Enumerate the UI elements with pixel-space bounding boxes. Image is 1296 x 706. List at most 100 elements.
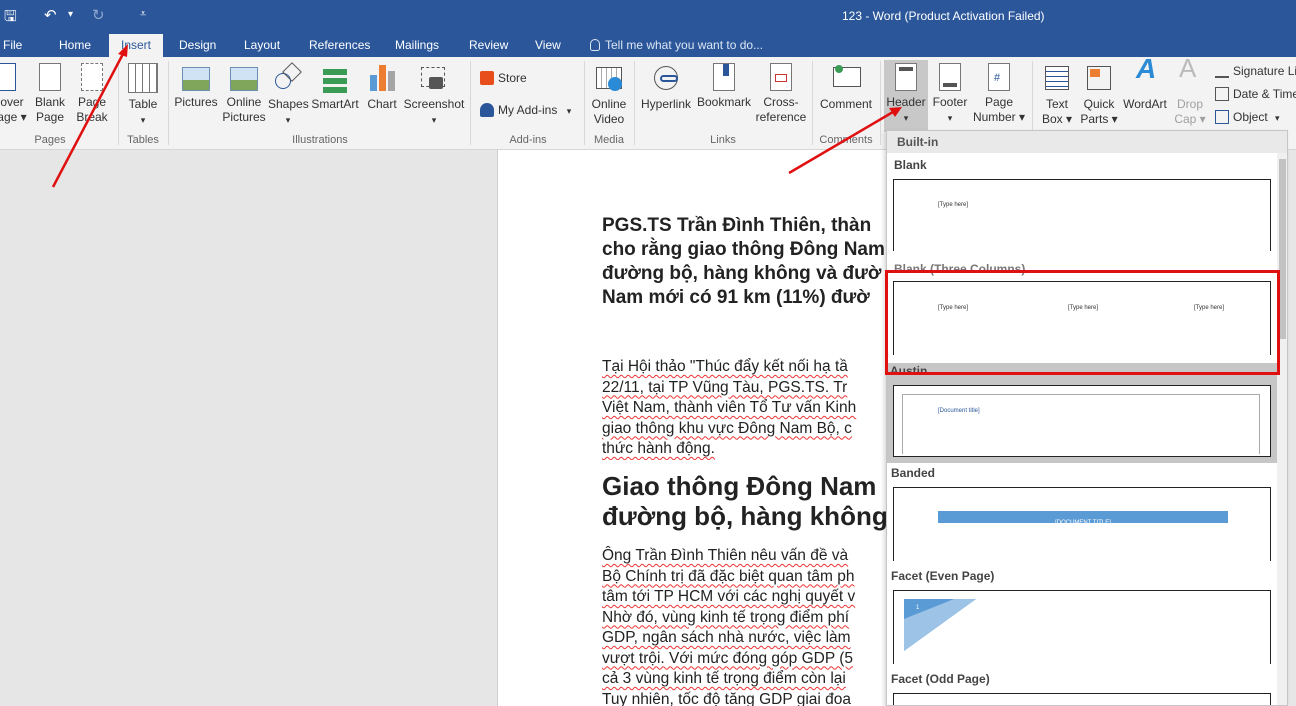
doc-line: Giao thông Đông Nam [602,471,877,501]
separator [118,61,119,145]
header-option-facet-odd[interactable] [893,693,1271,705]
bookmark-icon [713,63,735,91]
wordart-icon: A [1136,53,1157,84]
blank-page-icon [39,63,61,91]
online-pictures-button[interactable]: Online Pictures [222,63,266,125]
gallery-label-banded: Banded [891,466,936,480]
doc-paragraph-body[interactable]: Ông Trần Đình Thiên nêu vấn đề và Bộ Chí… [602,546,892,706]
chart-button[interactable]: Chart [364,63,400,112]
signature-line-button[interactable]: Signature Li [1215,62,1296,80]
window-title: 123 - Word (Product Activation Failed) [842,9,1045,23]
smartart-button[interactable]: SmartArt [310,63,360,112]
pictures-button[interactable]: Pictures [174,63,218,110]
header-option-facet-even[interactable]: 1 [893,590,1271,664]
quick-parts-button[interactable]: Quick Parts ▾ [1078,63,1120,127]
shapes-button[interactable]: Shapes ▾ [268,62,309,128]
document-title-placeholder: [Document title] [938,408,980,414]
drop-cap-label-2: Cap ▾ [1174,112,1206,126]
doc-line: Tuy nhiên, tốc độ tăng GDP giai đoa [602,690,852,706]
tab-insert[interactable]: Insert [109,34,164,57]
doc-line: PGS.TS Trần Đình Thiên, thàn [602,215,872,236]
screenshot-button[interactable]: Screenshot ▾ [402,63,466,128]
my-addins-button[interactable]: My Add-ins ▾ [480,101,571,119]
online-video-label-2: Video [593,112,625,126]
chart-icon [368,63,396,93]
header-label-2: ▾ [903,113,909,123]
undo-icon[interactable]: ↶ [44,6,57,24]
doc-paragraph-lead[interactable]: PGS.TS Trần Đình Thiên, thàn cho rằng gi… [602,214,892,310]
drop-cap-button[interactable]: A Drop Cap ▾ [1170,55,1210,127]
doc-heading[interactable]: Giao thông Đông Nam đường bộ, hàng không [602,471,892,531]
gallery-label-facet-even: Facet (Even Page) [891,569,995,583]
table-label-1: Table [128,97,158,111]
page-break-label-1: Page [77,95,107,109]
tab-file[interactable]: File [3,34,22,57]
page-number-placeholder: 1 [916,605,920,611]
blank-page-button[interactable]: Blank Page [32,63,68,125]
tell-me-search[interactable]: Tell me what you want to do... [590,34,763,57]
hyperlink-button[interactable]: Hyperlink [638,63,694,112]
tab-references[interactable]: References [309,34,370,57]
header-button[interactable]: Header ▾ [884,60,928,132]
doc-line: cho rằng giao thông Đông Nam [602,239,885,260]
save-icon[interactable]: 🖫 [4,6,17,31]
group-label-illustrations: Illustrations [292,134,348,146]
ribbon-tabs: File Home Insert Design Layout Reference… [0,34,1296,57]
gallery-label-blank: Blank [894,158,927,172]
page-number-button[interactable]: # Page Number ▾ [970,63,1028,125]
footer-label-2: ▾ [947,113,953,123]
redo-icon[interactable]: ↻ [92,6,105,24]
online-video-button[interactable]: Online Video [588,63,630,127]
doc-line: giao thông khu vực Đông Nam Bộ, c [602,419,852,437]
doc-line: tâm tới TP HCM với các nghị quyết v [602,588,856,605]
bookmark-button[interactable]: Bookmark [696,63,752,110]
tab-design[interactable]: Design [179,34,216,57]
cross-reference-button[interactable]: Cross- reference [754,63,808,125]
group-label-pages: Pages [34,134,66,146]
cover-page-button[interactable]: over age ▾ [0,63,30,125]
hyperlink-icon [651,63,681,93]
footer-button[interactable]: Footer ▾ [930,63,970,126]
date-time-button[interactable]: Date & Time [1215,85,1296,103]
customize-toolbar-icon[interactable]: ⩡ [140,8,146,21]
gallery-scrollbar-thumb[interactable] [1279,159,1286,339]
header-option-austin[interactable]: [Document title] [893,385,1271,457]
tab-home[interactable]: Home [59,34,91,57]
shapes-label-2: ▾ [285,115,291,125]
text-box-button[interactable]: Text Box ▾ [1036,63,1078,127]
tab-mailings[interactable]: Mailings [395,34,439,57]
blank-page-label-2: Page [35,110,65,124]
document-title-placeholder: [DOCUMENT TITLE] [1055,520,1111,526]
tab-view[interactable]: View [535,34,561,57]
cross-reference-label-1: Cross- [763,95,799,109]
separator [470,61,471,145]
header-option-banded[interactable]: [DOCUMENT TITLE] [893,487,1271,561]
screenshot-label-1: Screenshot [403,97,465,111]
gallery-section-built-in: Built-in [887,131,1287,153]
tab-layout[interactable]: Layout [244,34,280,57]
shapes-icon [273,62,303,93]
store-button[interactable]: Store [480,69,527,87]
online-pictures-label-1: Online [226,95,262,109]
doc-paragraph-intro[interactable]: Tại Hội thảo "Thúc đẩy kết nối hạ tầ 22/… [602,357,892,460]
footer-icon [939,63,961,91]
table-button[interactable]: Table ▾ [124,63,162,128]
doc-line: đường bộ, hàng không [602,501,888,531]
group-label-tables: Tables [127,134,159,146]
hyperlink-label: Hyperlink [640,97,691,111]
doc-line: Tại Hội thảo "Thúc đẩy kết nối hạ tầ [602,358,848,375]
header-option-blank[interactable]: [Type here] [893,179,1271,251]
header-icon [895,63,917,91]
doc-line: vượt trội. Với mức đóng góp GDP (5 [602,649,853,667]
object-button[interactable]: Object ▾ [1215,108,1296,126]
tab-review[interactable]: Review [469,34,508,57]
pictures-label: Pictures [174,95,218,109]
header-label-1: Header [886,95,926,109]
gallery-scrollbar[interactable] [1277,153,1287,705]
my-addins-icon [480,103,494,117]
page-break-button[interactable]: Page Break [74,63,110,125]
comment-button[interactable]: Comment [816,63,876,112]
wordart-button[interactable]: A WordArt [1120,53,1170,112]
separator [584,61,585,145]
undo-dropdown-icon[interactable]: ▾ [68,9,73,20]
